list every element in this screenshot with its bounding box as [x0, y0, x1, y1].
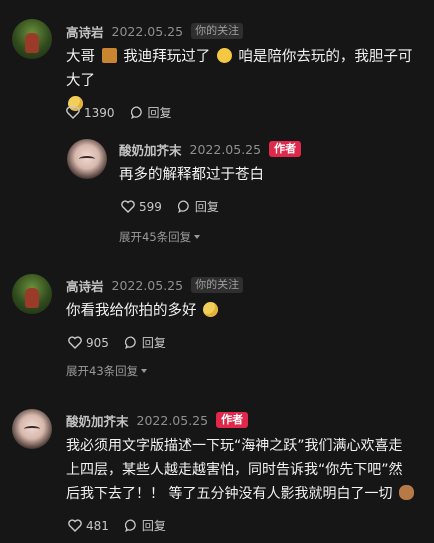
- comment-bubble-icon: [124, 336, 136, 349]
- sweat-emoji-icon: [203, 302, 219, 317]
- reply-button[interactable]: 回复: [130, 104, 172, 121]
- comment-line: 上四层，某些人越走越害怕，同时告诉我“你先下吧”然: [66, 462, 403, 478]
- reply-label: 回复: [194, 200, 219, 214]
- comment-bubble-icon: [124, 519, 136, 532]
- comment-date: 2022.05.25: [111, 23, 184, 39]
- comment-date: 2022.05.25: [189, 141, 262, 157]
- username[interactable]: 高诗岩: [66, 22, 104, 41]
- expand-replies-button[interactable]: 展开43条回复: [66, 363, 148, 379]
- scroll-emoji-icon: [101, 48, 117, 63]
- reply-label: 回复: [141, 336, 166, 350]
- expand-replies-label: 展开43条回复: [66, 364, 139, 378]
- caret-down-icon: [194, 235, 201, 239]
- following-badge: 你的关注: [191, 23, 244, 39]
- expand-replies-button[interactable]: 展开45条回复: [119, 229, 201, 245]
- heart-icon: [68, 336, 82, 349]
- expand-replies-label: 展开45条回复: [119, 230, 192, 244]
- comment-line: 后我下去了！！ 等了五分钟没有人影我就明白了一切: [66, 486, 397, 502]
- comment-bubble-icon: [130, 106, 142, 119]
- avatar[interactable]: [67, 139, 107, 179]
- avatar[interactable]: [12, 19, 52, 59]
- like-button[interactable]: 481: [68, 519, 109, 533]
- reply-button[interactable]: 回复: [177, 198, 219, 215]
- username[interactable]: 高诗岩: [66, 276, 104, 295]
- like-count: 905: [86, 335, 109, 350]
- reply-button[interactable]: 回复: [124, 334, 166, 351]
- reply-label: 回复: [141, 519, 166, 533]
- comment-bubble-icon: [177, 200, 189, 213]
- like-count: 481: [86, 518, 109, 533]
- bear-emoji-icon: [398, 485, 414, 500]
- author-badge: 作者: [216, 412, 249, 428]
- comment-text: 再多的解释都过于苍白: [119, 167, 264, 183]
- like-count: 1390: [84, 105, 115, 120]
- comment-text: 我必须用文字版描述一下玩“海神之跃”我们满心欢喜走 上四层，某些人越走越害怕，同…: [66, 434, 432, 506]
- avatar[interactable]: [12, 274, 52, 314]
- author-badge: 作者: [269, 141, 302, 157]
- like-button[interactable]: 905: [68, 336, 109, 350]
- reply-label: 回复: [147, 106, 172, 120]
- comment-line: 我必须用文字版描述一下玩“海神之跃”我们满心欢喜走: [66, 438, 403, 454]
- heart-icon: [121, 200, 135, 213]
- like-count: 599: [139, 199, 162, 214]
- username[interactable]: 酸奶加芥末: [119, 140, 182, 159]
- smile-emoji-icon: [216, 48, 232, 63]
- avatar[interactable]: [12, 409, 52, 449]
- reply-button[interactable]: 回复: [124, 517, 166, 534]
- username[interactable]: 酸奶加芥末: [66, 411, 129, 430]
- following-badge: 你的关注: [191, 277, 244, 293]
- comment-text: 你看我给你拍的多好: [66, 299, 220, 323]
- comment-date: 2022.05.25: [111, 277, 184, 293]
- heart-icon: [66, 106, 80, 119]
- comment-date: 2022.05.25: [136, 412, 209, 428]
- like-button[interactable]: 599: [121, 200, 162, 214]
- caret-down-icon: [141, 369, 148, 373]
- heart-icon: [68, 519, 82, 532]
- like-button[interactable]: 1390: [66, 106, 115, 120]
